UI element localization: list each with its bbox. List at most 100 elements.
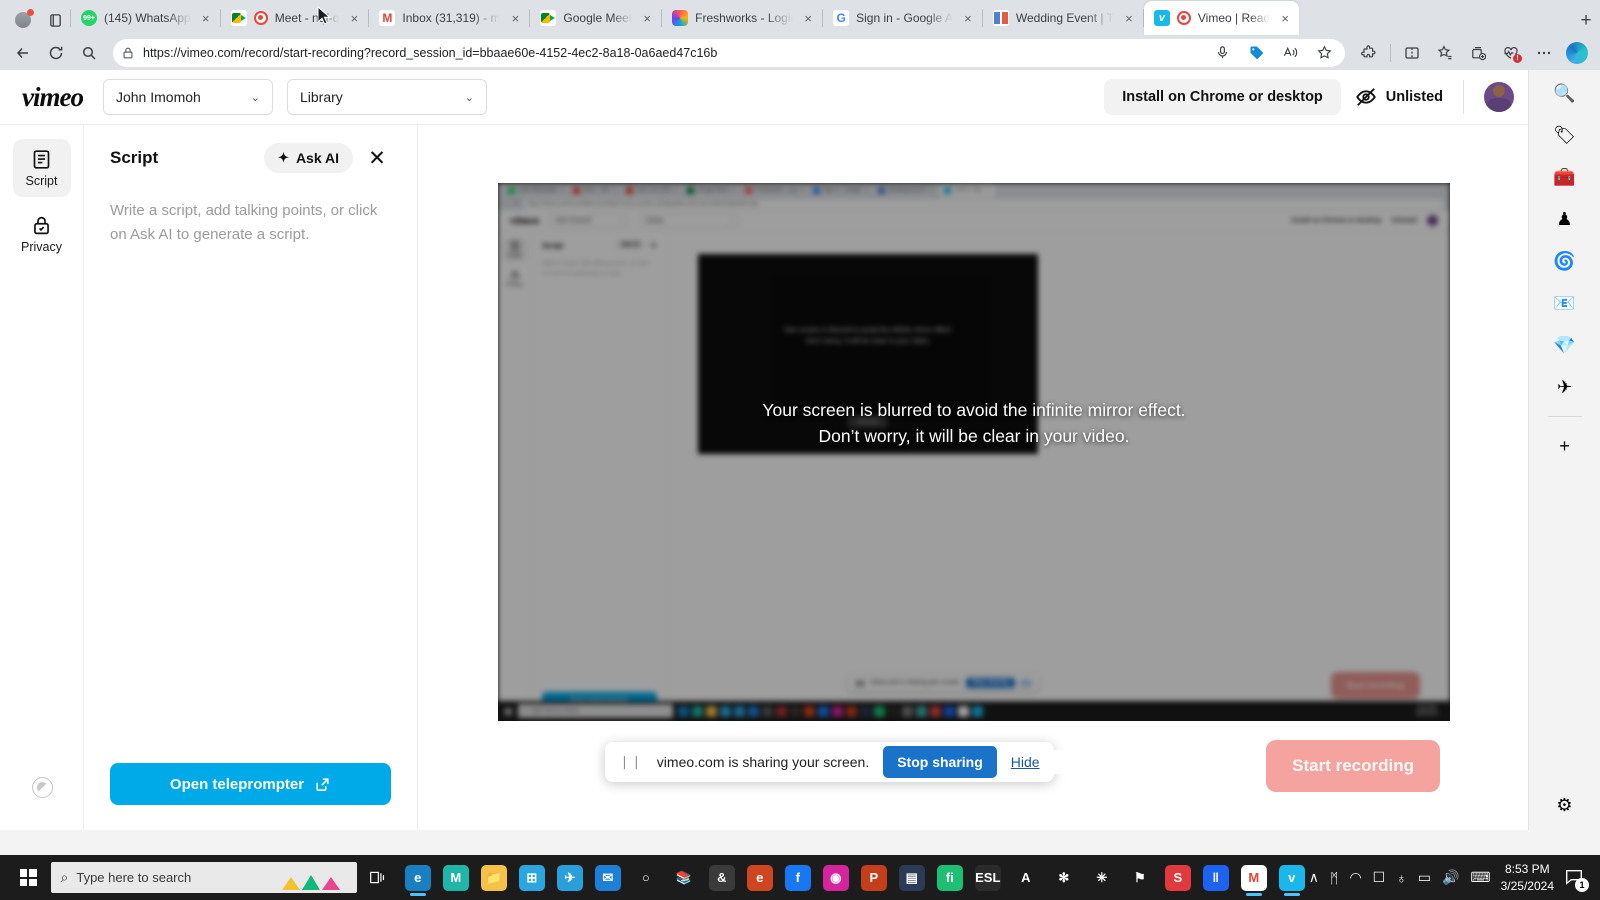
elementor-icon[interactable]: ‖ bbox=[1199, 858, 1233, 898]
rail-item-script[interactable]: Script bbox=[12, 139, 71, 197]
address-bar[interactable]: https://vimeo.com/record/start-recording… bbox=[113, 38, 1345, 67]
drop-icon[interactable]: 💎 bbox=[1550, 330, 1580, 360]
camera-icon[interactable]: ☐ bbox=[1373, 869, 1386, 886]
rail-item-privacy[interactable]: Privacy bbox=[13, 205, 71, 263]
browser-tab[interactable]: Wedding Event | T × bbox=[983, 1, 1143, 35]
browser-tab[interactable]: M Inbox (31,319) - m × bbox=[369, 1, 529, 35]
slack-icon[interactable]: ✳ bbox=[1085, 858, 1119, 898]
close-icon[interactable]: × bbox=[960, 11, 976, 26]
facebook-icon[interactable]: f bbox=[781, 858, 815, 898]
close-icon[interactable]: × bbox=[198, 11, 214, 26]
taskbar-search-input[interactable]: ⌕ Type here to search bbox=[50, 862, 358, 893]
keyboard-icon[interactable]: ⌨ bbox=[1470, 869, 1490, 886]
script-textarea-placeholder[interactable]: Write a script, add talking points, or c… bbox=[110, 199, 391, 247]
wifi-icon[interactable]: ◠ bbox=[1349, 869, 1361, 886]
favorites-icon[interactable] bbox=[1430, 39, 1460, 67]
battery-icon[interactable]: ▭ bbox=[1418, 869, 1431, 886]
settings-flower-icon[interactable]: ✻ bbox=[1047, 858, 1081, 898]
opera-icon[interactable]: e bbox=[743, 858, 777, 898]
copilot-icon[interactable] bbox=[1562, 39, 1592, 67]
powerpoint-icon[interactable]: P bbox=[857, 858, 891, 898]
profile-button[interactable] bbox=[6, 5, 40, 35]
browser-tab[interactable]: G Sign in - Google A × bbox=[823, 1, 982, 35]
close-icon[interactable]: × bbox=[1277, 11, 1293, 26]
mw-icon[interactable]: M bbox=[439, 858, 473, 898]
hide-button[interactable]: Hide bbox=[1011, 754, 1040, 770]
mw-icon-glyph: M bbox=[442, 864, 469, 891]
shopping-tag-icon[interactable]: 🏷 bbox=[1550, 120, 1580, 150]
collections-icon[interactable] bbox=[1463, 39, 1493, 67]
stop-sharing-button[interactable]: Stop sharing bbox=[883, 746, 997, 778]
telegram-icon[interactable]: ✈ bbox=[1550, 372, 1580, 402]
tools-icon[interactable]: 🧰 bbox=[1550, 162, 1580, 192]
ampersand-icon[interactable]: & bbox=[705, 858, 739, 898]
extensions-icon[interactable] bbox=[1354, 39, 1384, 67]
browser-tab[interactable]: Freshworks - Login × bbox=[662, 1, 822, 35]
task-view-button[interactable] bbox=[357, 855, 397, 900]
split-screen-icon[interactable] bbox=[1397, 39, 1427, 67]
reload-button[interactable] bbox=[41, 39, 71, 67]
esl-icon[interactable]: ESL bbox=[971, 858, 1005, 898]
news-icon-glyph: ▤ bbox=[898, 864, 925, 891]
close-icon[interactable]: × bbox=[346, 11, 362, 26]
microphone-icon[interactable] bbox=[1209, 41, 1235, 65]
close-icon[interactable]: × bbox=[639, 11, 655, 26]
gmail-icon[interactable]: M bbox=[1237, 858, 1271, 898]
outlook-icon[interactable]: 📧 bbox=[1550, 288, 1580, 318]
start-button[interactable] bbox=[6, 855, 51, 900]
search-icon[interactable]: 🔍 bbox=[1550, 78, 1580, 108]
add-sidebar-app-icon[interactable]: + bbox=[1550, 431, 1580, 461]
telegram-icon[interactable]: ✈ bbox=[553, 858, 587, 898]
vimeo-logo[interactable]: vimeo bbox=[14, 82, 84, 113]
file-explorer-icon[interactable]: 📁 bbox=[477, 858, 511, 898]
favorite-star-icon[interactable] bbox=[1311, 41, 1337, 65]
vimeo-icon[interactable]: v bbox=[1275, 858, 1309, 898]
books-icon[interactable]: 📚 bbox=[667, 858, 701, 898]
flag-icon[interactable]: ⚑ bbox=[1123, 858, 1157, 898]
microsoft-store-icon[interactable]: ⊞ bbox=[515, 858, 549, 898]
privacy-status[interactable]: Unlisted bbox=[1355, 86, 1443, 108]
close-icon[interactable]: × bbox=[800, 11, 816, 26]
news-icon[interactable]: ▤ bbox=[895, 858, 929, 898]
open-teleprompter-button[interactable]: Open teleprompter bbox=[110, 763, 391, 805]
browser-tab[interactable]: 99+ (145) WhatsApp × bbox=[71, 1, 220, 35]
user-avatar[interactable] bbox=[1484, 82, 1514, 112]
shopping-tag-icon[interactable] bbox=[1243, 41, 1269, 65]
browser-essentials-icon[interactable]: ! bbox=[1496, 39, 1526, 67]
adobe-icon[interactable]: A bbox=[1009, 858, 1043, 898]
library-select[interactable]: Library ⌄ bbox=[286, 79, 487, 115]
back-button[interactable] bbox=[8, 39, 38, 67]
more-options-icon[interactable] bbox=[1529, 39, 1559, 67]
show-hidden-icons[interactable]: ∧ bbox=[1309, 869, 1319, 886]
mirror-tab: Vimeo | Rec ✕ bbox=[940, 183, 995, 197]
edge-icon[interactable]: e bbox=[401, 858, 435, 898]
instagram-icon[interactable]: ◉ bbox=[819, 858, 853, 898]
sidebar-settings-icon[interactable]: ⚙ bbox=[1550, 790, 1580, 820]
office-icon[interactable]: 🌀 bbox=[1550, 246, 1580, 276]
tab-actions-icon[interactable] bbox=[40, 5, 70, 35]
games-icon[interactable]: ♟ bbox=[1550, 204, 1580, 234]
fiverr-icon[interactable]: fi bbox=[933, 858, 967, 898]
new-tab-button[interactable]: + bbox=[1572, 7, 1600, 35]
install-button[interactable]: Install on Chrome or desktop bbox=[1104, 79, 1341, 115]
bluetooth-icon[interactable]: ᛗ bbox=[1330, 870, 1338, 886]
browser-tab[interactable]: Google Meet × bbox=[530, 1, 661, 35]
close-icon[interactable]: × bbox=[507, 11, 523, 26]
start-recording-button[interactable]: Start recording bbox=[1266, 740, 1440, 792]
search-navigation-icon[interactable] bbox=[74, 39, 104, 67]
mail-icon[interactable]: ✉ bbox=[591, 858, 625, 898]
browser-tab[interactable]: Meet - nqf-q × bbox=[221, 1, 369, 35]
account-select[interactable]: John Imomoh ⌄ bbox=[102, 79, 273, 115]
close-icon[interactable]: × bbox=[1121, 11, 1137, 26]
ask-ai-button[interactable]: ✦ Ask AI bbox=[264, 143, 353, 173]
notification-center-button[interactable]: 1 bbox=[1564, 867, 1589, 892]
taskbar-clock[interactable]: 8:53 PM 3/25/2024 bbox=[1501, 861, 1554, 893]
help-circle-icon[interactable] bbox=[32, 777, 53, 798]
microphone-icon[interactable]: ♁ bbox=[1396, 870, 1407, 886]
close-icon[interactable]: ✕ bbox=[363, 144, 391, 172]
read-aloud-icon[interactable] bbox=[1277, 41, 1303, 65]
photos-icon[interactable]: ○ bbox=[629, 858, 663, 898]
volume-icon[interactable]: 🔊 bbox=[1442, 869, 1459, 886]
browser-tab[interactable]: v Vimeo | Read × bbox=[1143, 1, 1300, 35]
scribd-icon[interactable]: S bbox=[1161, 858, 1195, 898]
